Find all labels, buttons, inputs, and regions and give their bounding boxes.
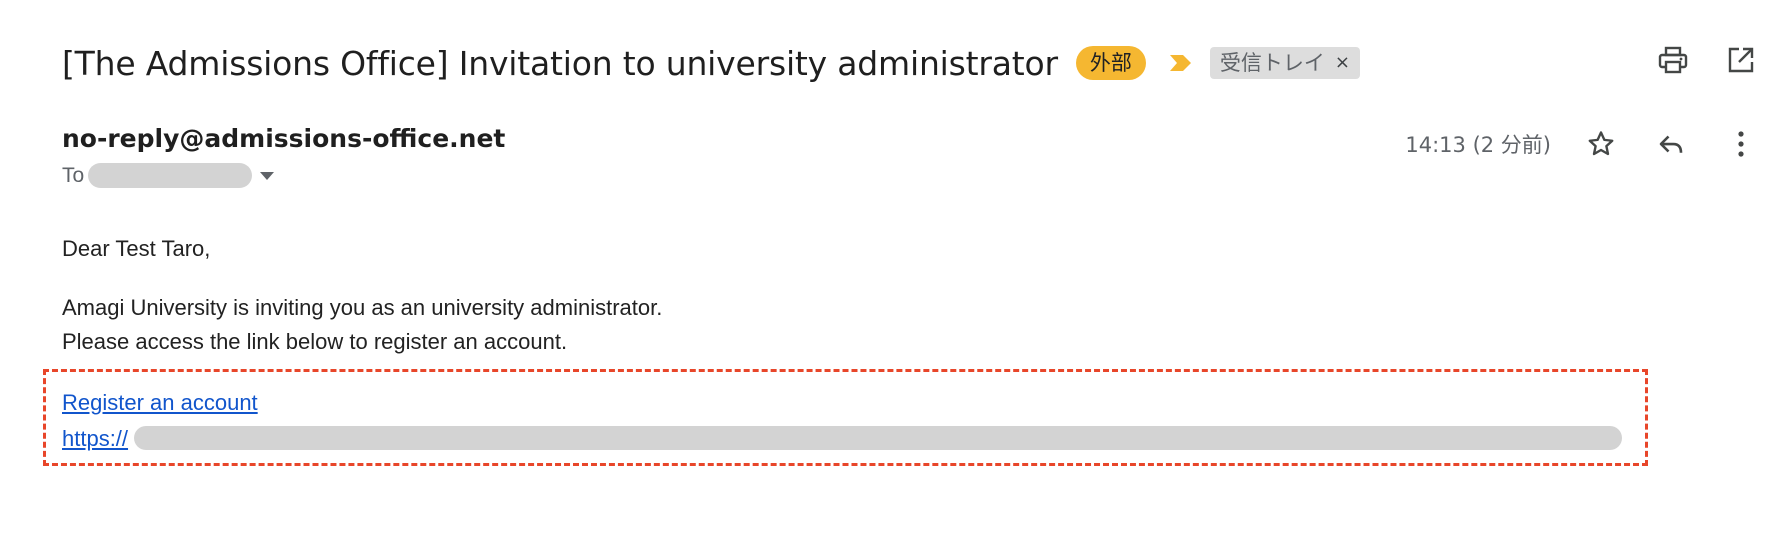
open-in-new-window-icon[interactable]	[1721, 40, 1761, 80]
greeting-text: Dear Test Taro,	[62, 236, 211, 261]
label-chip-text: 受信トレイ	[1219, 51, 1325, 75]
to-label: To	[62, 163, 85, 187]
sender-address[interactable]: no-reply@admissions-office.net	[62, 124, 505, 153]
external-badge: 外部	[1075, 46, 1146, 80]
subject-actions	[1653, 40, 1761, 80]
highlight-annotation-box	[43, 369, 1648, 466]
body-line-2: Please access the link below to register…	[62, 329, 568, 354]
email-subject: [The Admissions Office] Invitation to un…	[62, 43, 1058, 83]
importance-marker-icon[interactable]	[1168, 49, 1196, 77]
star-icon[interactable]	[1581, 124, 1621, 164]
subject-row: [The Admissions Office] Invitation to un…	[62, 34, 1360, 92]
timestamp: 14:13 (2 分前)	[1405, 133, 1551, 157]
registration-url-link[interactable]: https://	[62, 426, 128, 452]
recipients-row: To	[62, 163, 275, 188]
more-vertical-icon[interactable]	[1721, 124, 1761, 164]
redacted-recipient	[88, 163, 253, 188]
redacted-url	[134, 426, 1622, 450]
sender-row: no-reply@admissions-office.net	[62, 124, 505, 153]
register-account-link[interactable]: Register an account	[62, 390, 258, 416]
reply-icon[interactable]	[1651, 124, 1691, 164]
chevron-down-icon[interactable]	[260, 171, 275, 180]
body-line-1: Amagi University is inviting you as an u…	[62, 295, 663, 320]
message-actions: 14:13 (2 分前)	[1405, 124, 1761, 164]
label-chip-inbox: 受信トレイ ×	[1209, 47, 1360, 79]
remove-label-button[interactable]: ×	[1335, 49, 1350, 77]
print-icon[interactable]	[1653, 40, 1693, 80]
